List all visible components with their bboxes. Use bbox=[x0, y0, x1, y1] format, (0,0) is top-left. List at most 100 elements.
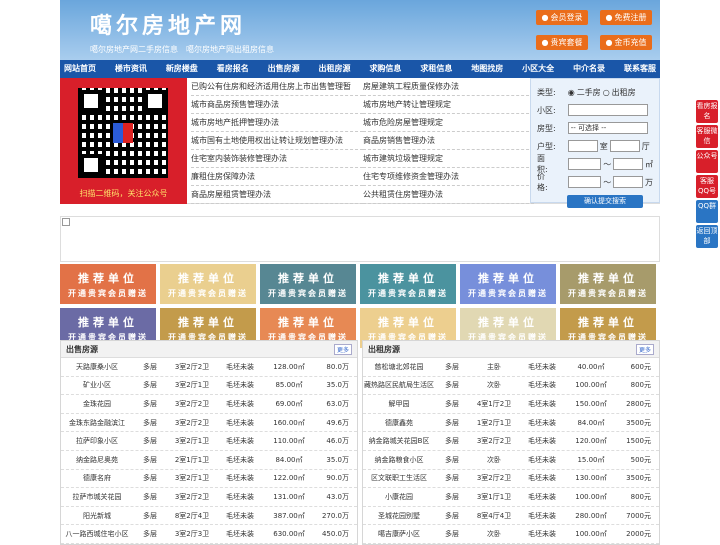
news-item[interactable]: 住宅专项维修资金管理办法 bbox=[363, 168, 534, 186]
listing-row[interactable]: 解甲园 多层 4室1厅2卫 毛坯未装 150.00㎡ 2800元 bbox=[363, 395, 659, 414]
sidebar-official-account[interactable]: 公众号 bbox=[696, 150, 718, 173]
news-item[interactable]: 房屋建筑工程质量保修办法 bbox=[363, 78, 534, 96]
listing-row[interactable]: 金珠花园 多层 3室2厅2卫 毛坯未装 69.00㎡ 63.0万 bbox=[61, 395, 357, 414]
sale-more-link[interactable]: 更多 bbox=[333, 343, 352, 355]
listing-row[interactable]: 纳金路城关花园B区 多层 3室2厅2卫 毛坯未装 120.00㎡ 1500元 bbox=[363, 432, 659, 451]
news-item[interactable]: 城市危险房屋管理规定 bbox=[363, 114, 534, 132]
nav-agents[interactable]: 中介名录 bbox=[573, 60, 605, 78]
price: 800元 bbox=[630, 492, 651, 501]
login-button[interactable]: ● 会员登录 bbox=[536, 10, 588, 25]
news-item[interactable]: 公共租赁住房管理办法 bbox=[363, 186, 534, 204]
rent-more-link[interactable]: 更多 bbox=[635, 343, 654, 355]
hall-select[interactable] bbox=[609, 140, 640, 152]
area-min-input[interactable] bbox=[567, 158, 602, 170]
radio-rent-label: 出租房 bbox=[611, 87, 636, 97]
news-item[interactable]: 城市房地产抵押管理办法 bbox=[191, 114, 363, 132]
price-min-input[interactable] bbox=[567, 176, 602, 188]
listing-row[interactable]: 阳光新城 多层 8室2厅4卫 毛坯未装 387.00㎡ 270.0万 bbox=[61, 507, 357, 526]
nav-want-buy[interactable]: 求购信息 bbox=[369, 60, 401, 78]
floor-type: 多层 bbox=[143, 511, 157, 520]
sidebar-qq-group[interactable]: QQ群 bbox=[696, 200, 718, 223]
price-max-input[interactable] bbox=[613, 176, 643, 188]
listing-row[interactable]: 纳金路粮食小区 多层 次卧 毛坯未装 15.00㎡ 500元 bbox=[363, 451, 659, 470]
listing-row[interactable]: 德康名府 多层 3室2厅1卫 毛坯未装 122.00㎡ 90.0万 bbox=[61, 470, 357, 489]
listing-row[interactable]: 拉萨市城关花园 多层 3室2厅2卫 毛坯未装 131.00㎡ 43.0万 bbox=[61, 488, 357, 507]
radio-secondhand[interactable]: ◉ bbox=[568, 88, 575, 97]
type-label: 类型: bbox=[537, 87, 556, 97]
recommended-unit-tile[interactable]: 推荐单位 开通贵宾会员赠送 bbox=[160, 264, 256, 304]
nav-contact[interactable]: 联系客服 bbox=[624, 60, 656, 78]
decoration: 毛坯未装 bbox=[226, 455, 254, 464]
nav-new-homes[interactable]: 新房楼盘 bbox=[166, 60, 198, 78]
site-logo[interactable]: 噶尔房地产网 bbox=[90, 8, 246, 40]
sidebar-wechat[interactable]: 客服微信 bbox=[696, 125, 718, 148]
news-item[interactable]: 商品房屋租赁管理办法 bbox=[191, 186, 363, 204]
listing-row[interactable]: 藏热路区民航局生活区 多层 次卧 毛坯未装 100.00㎡ 800元 bbox=[363, 377, 659, 396]
news-item[interactable]: 城市商品房预售管理办法 bbox=[191, 96, 363, 114]
recommended-units-grid: 推荐单位 开通贵宾会员赠送 推荐单位 开通贵宾会员赠送 推荐单位 开通贵宾会员赠送 推荐单位… bbox=[60, 264, 660, 348]
recommended-unit-tile[interactable]: 推荐单位 开通贵宾会员赠送 bbox=[560, 264, 656, 304]
listing-row[interactable]: 德康鑫苑 多层 1室2厅1卫 毛坯未装 84.00㎡ 3500元 bbox=[363, 414, 659, 433]
listings: 出售房源 更多 天路康桑小区 多层 3室2厅2卫 毛坯未装 128.00㎡ 80.0万 矿业小… bbox=[60, 340, 660, 545]
floor-type: 多层 bbox=[143, 437, 157, 446]
community-input[interactable] bbox=[567, 104, 648, 116]
vip-button[interactable]: ● 贵宾套餐 bbox=[536, 35, 588, 50]
register-button[interactable]: ● 免费注册 bbox=[600, 10, 652, 25]
listing-row[interactable]: 天路康桑小区 多层 3室2厅2卫 毛坯未装 128.00㎡ 80.0万 bbox=[61, 358, 357, 377]
nav-home[interactable]: 网站首页 bbox=[64, 60, 96, 78]
community-name: 噶吉康萨小区 bbox=[378, 530, 420, 539]
qr-caption: 扫描二维码，关注公众号 bbox=[79, 189, 168, 198]
news-item[interactable]: 城市建筑垃圾管理规定 bbox=[363, 150, 534, 168]
floor-type: 多层 bbox=[445, 455, 459, 464]
nav-communities[interactable]: 小区大全 bbox=[522, 60, 554, 78]
search-submit-button[interactable]: 确认提交搜索 bbox=[567, 195, 643, 208]
sidebar-viewing-signup[interactable]: 看房报名 bbox=[696, 100, 718, 123]
community-name: 金珠花园 bbox=[83, 399, 111, 408]
nav-news[interactable]: 楼市资讯 bbox=[115, 60, 147, 78]
price: 1500元 bbox=[626, 437, 651, 446]
listing-row[interactable]: 拉萨印象小区 多层 3室2厅1卫 毛坯未装 110.00㎡ 46.0万 bbox=[61, 432, 357, 451]
secondhand-link[interactable]: 噶尔房地产网二手房信息 bbox=[90, 44, 178, 55]
listing-row[interactable]: 纳金路尼奥苑 多层 2室1厅1卫 毛坯未装 84.00㎡ 35.0万 bbox=[61, 451, 357, 470]
recommended-unit-tile[interactable]: 推荐单位 开通贵宾会员赠送 bbox=[460, 264, 556, 304]
tile-subtitle: 开通贵宾会员赠送 bbox=[168, 288, 248, 298]
banner-ad[interactable] bbox=[60, 216, 660, 262]
listing-row[interactable]: 矿业小区 多层 3室2厅1卫 毛坯未装 85.00㎡ 35.0万 bbox=[61, 377, 357, 396]
area: 84.00㎡ bbox=[275, 455, 303, 464]
recommended-unit-tile[interactable]: 推荐单位 开通贵宾会员赠送 bbox=[260, 264, 356, 304]
news-item[interactable]: 城市房地产转让管理规定 bbox=[363, 96, 534, 114]
news-item[interactable]: 城市国有土地使用权出让转让规划管理办法 bbox=[191, 132, 363, 150]
room-select[interactable] bbox=[567, 140, 598, 152]
listing-row[interactable]: 八一路西城住宅小区 多层 3室2厅3卫 毛坯未装 630.00㎡ 450.0万 bbox=[61, 525, 357, 544]
listing-row[interactable]: 慈松塘北郊花园 多层 主卧 毛坯未装 40.00㎡ 600元 bbox=[363, 358, 659, 377]
house-type-select[interactable]: -- 可选择 -- bbox=[567, 122, 648, 134]
area: 120.00㎡ bbox=[575, 437, 607, 446]
price: 7000元 bbox=[626, 511, 651, 520]
nav-sale[interactable]: 出售房源 bbox=[268, 60, 300, 78]
recommended-unit-tile[interactable]: 推荐单位 开通贵宾会员赠送 bbox=[60, 264, 156, 304]
decoration: 毛坯未装 bbox=[226, 362, 254, 371]
sidebar-back-to-top[interactable]: 返回顶部 bbox=[696, 225, 718, 248]
community-name: 纳金路城关花园B区 bbox=[368, 437, 430, 446]
listing-row[interactable]: 小康花园 多层 3室1厅1卫 毛坯未装 100.00㎡ 800元 bbox=[363, 488, 659, 507]
recommended-unit-tile[interactable]: 推荐单位 开通贵宾会员赠送 bbox=[360, 264, 456, 304]
rental-link[interactable]: 噶尔房地产网出租房信息 bbox=[186, 44, 274, 55]
price: 43.0万 bbox=[326, 492, 349, 501]
listing-row[interactable]: 金珠东路金融滨江 多层 3室2厅2卫 毛坯未装 160.00㎡ 49.6万 bbox=[61, 414, 357, 433]
sidebar-qq[interactable]: 客服QQ号 bbox=[696, 175, 718, 198]
nav-viewing-signup[interactable]: 看房报名 bbox=[217, 60, 249, 78]
floor-type: 多层 bbox=[143, 530, 157, 539]
listing-row[interactable]: 噶吉康萨小区 多层 次卧 毛坯未装 100.00㎡ 2000元 bbox=[363, 525, 659, 544]
listing-row[interactable]: 区文联职工生活区 多层 3室2厅2卫 毛坯未装 130.00㎡ 3500元 bbox=[363, 470, 659, 489]
nav-want-rent[interactable]: 求租信息 bbox=[420, 60, 452, 78]
news-item[interactable]: 住宅室内装饰装修管理办法 bbox=[191, 150, 363, 168]
listing-row[interactable]: 圣城花园别墅 多层 8室4厅4卫 毛坯未装 280.00㎡ 7000元 bbox=[363, 507, 659, 526]
radio-rent[interactable]: ○ bbox=[603, 88, 610, 97]
nav-map[interactable]: 地图找房 bbox=[471, 60, 503, 78]
news-item[interactable]: 已购公有住房和经济适用住房上市出售管理暂 bbox=[191, 78, 363, 96]
news-item[interactable]: 廉租住房保障办法 bbox=[191, 168, 363, 186]
area-max-input[interactable] bbox=[613, 158, 643, 170]
news-item[interactable]: 商品房销售管理办法 bbox=[363, 132, 534, 150]
nav-rent[interactable]: 出租房源 bbox=[319, 60, 351, 78]
recharge-button[interactable]: ● 金币充值 bbox=[600, 35, 652, 50]
